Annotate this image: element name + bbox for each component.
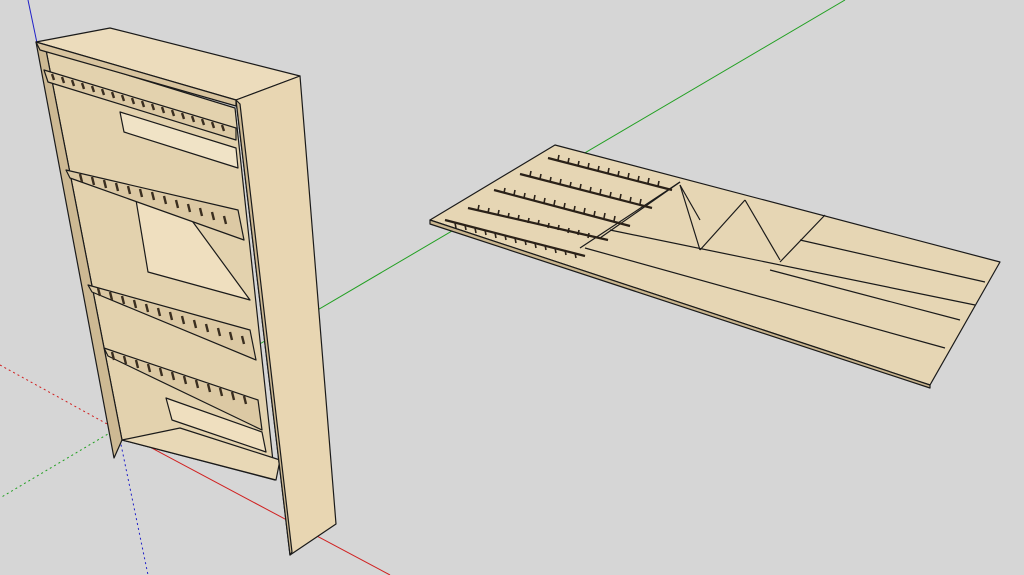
- modeling-viewport[interactable]: [0, 0, 1024, 575]
